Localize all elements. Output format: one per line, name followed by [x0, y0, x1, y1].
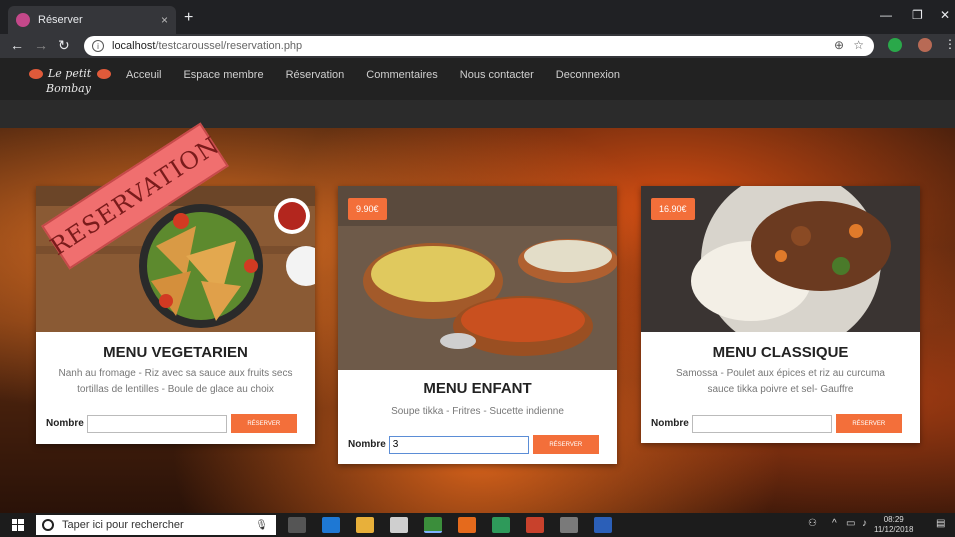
mail-icon[interactable] [390, 517, 408, 533]
spotify-icon[interactable] [492, 517, 510, 533]
quantity-label: Nombre [46, 418, 84, 429]
task-view-icon[interactable] [288, 517, 306, 533]
nav-link-acceuil[interactable]: Acceuil [126, 69, 161, 81]
menu-card-classique: 16.90€ MENU CLASSIQUE Samossa - Poulet a… [641, 186, 920, 443]
browser-tab-bar: Réserver × + — ❐ ✕ [0, 0, 955, 34]
quantity-stepper[interactable] [388, 435, 529, 454]
clock-date: 11/12/2018 [874, 525, 914, 534]
nav-link-espace-membre[interactable]: Espace membre [183, 69, 263, 81]
nav-link-reservation[interactable]: Réservation [286, 69, 345, 81]
tab-title: Réserver [38, 14, 83, 26]
card-description-line: Nanh au fromage - Riz avec sa sauce aux … [58, 368, 293, 379]
price-badge: 9.90€ [348, 198, 387, 220]
reload-icon[interactable]: ↻ [58, 37, 70, 54]
price-badge: 16.90€ [651, 198, 695, 220]
reserve-button[interactable]: RÉSERVER [532, 435, 599, 454]
menu-dots-icon[interactable]: ⋮ [944, 37, 955, 51]
extension-icon[interactable] [888, 38, 902, 52]
card-description-line: Soupe tikka - Fritres - Sucette indienne [391, 406, 564, 417]
search-placeholder: Taper ici pour rechercher [62, 519, 184, 531]
profile-avatar-icon[interactable] [918, 38, 932, 52]
card-title: MENU CLASSIQUE [712, 344, 849, 361]
reservation-form: Nombre RÉSERVER [46, 414, 305, 433]
reservation-form: Nombre RÉSERVER [348, 435, 607, 454]
powerpoint-icon[interactable] [526, 517, 544, 533]
card-description-line: Samossa - Poulet aux épices et riz au cu… [676, 368, 885, 379]
card-title: MENU VEGETARIEN [103, 344, 248, 361]
favicon-icon [16, 13, 30, 27]
card-title: MENU ENFANT [423, 380, 532, 397]
nav-link-commentaires[interactable]: Commentaires [366, 69, 438, 81]
forward-arrow-icon[interactable]: → [34, 37, 48, 53]
nav-link-nous-contacter[interactable]: Nous contacter [460, 69, 534, 81]
reservation-form: Nombre RÉSERVER [651, 414, 910, 433]
back-arrow-icon[interactable]: ← [10, 37, 24, 53]
word-icon[interactable] [594, 517, 612, 533]
menu-card-enfant: 9.90€ MENU ENFANT Soupe tikka - Fritres … [338, 186, 617, 464]
tray-chevron-icon[interactable]: ^ [832, 518, 837, 529]
quantity-input[interactable] [691, 414, 832, 433]
bookmark-star-icon[interactable]: ☆ [853, 38, 864, 52]
nav-links: Acceuil Espace membre Réservation Commen… [126, 69, 620, 81]
info-icon[interactable]: i [92, 40, 104, 52]
minimize-icon[interactable]: — [880, 8, 892, 22]
windows-taskbar: Taper ici pour rechercher 🎙 ⚇ ^ ▭ ♪ 08:2… [0, 513, 955, 537]
logo-line1: Le petit [47, 67, 92, 80]
quantity-label: Nombre [348, 439, 386, 450]
new-tab-button[interactable]: + [184, 9, 193, 27]
quantity-label: Nombre [651, 418, 689, 429]
logo[interactable]: Le petit Bombay [28, 64, 118, 96]
url-path: /testcaroussel/reservation.php [155, 40, 303, 52]
tab-close-icon[interactable]: × [161, 13, 168, 27]
site-navbar: Le petit Bombay Acceuil Espace membre Ré… [0, 58, 955, 100]
close-window-icon[interactable]: ✕ [940, 8, 950, 22]
sub-bar [0, 100, 955, 128]
card-description-line: sauce tikka poivre et sel- Gauffre [707, 384, 854, 395]
logo-line2: Bombay [45, 82, 92, 95]
card-description: Soupe tikka - Fritres - Sucette indienne [346, 404, 609, 420]
quantity-input[interactable] [86, 414, 227, 433]
zoom-icon[interactable]: ⊕ [834, 38, 844, 52]
maximize-icon[interactable]: ❐ [912, 8, 923, 22]
people-icon[interactable]: ⚇ [808, 518, 817, 529]
url-host: localhost [112, 40, 156, 52]
browser-tab[interactable]: Réserver × [8, 6, 176, 34]
nav-link-deconnexion[interactable]: Deconnexion [556, 69, 620, 81]
windows-start-icon[interactable] [12, 519, 24, 531]
edge-icon[interactable] [322, 517, 340, 533]
cortana-icon [42, 519, 54, 531]
card-description: Samossa - Poulet aux épices et riz au cu… [649, 366, 912, 398]
taskbar-clock[interactable]: 08:29 11/12/2018 [874, 515, 913, 535]
reserve-button[interactable]: RÉSERVER [835, 414, 902, 433]
network-icon[interactable]: ▭ [846, 518, 855, 529]
clock-time: 08:29 [883, 515, 904, 524]
address-bar-row: ← → ↻ i localhost /testcaroussel/reserva… [0, 34, 955, 58]
file-explorer-icon[interactable] [356, 517, 374, 533]
card-description-line: tortillas de lentilles - Boule de glace … [77, 384, 274, 395]
notifications-icon[interactable]: ▤ [936, 518, 945, 529]
microphone-icon[interactable]: 🎙 [255, 520, 268, 531]
card-description: Nanh au fromage - Riz avec sa sauce aux … [44, 366, 307, 398]
app-icon[interactable] [560, 517, 578, 533]
chrome-icon[interactable] [424, 517, 442, 533]
url-input[interactable]: i localhost /testcaroussel/reservation.p… [84, 36, 874, 56]
taskbar-search[interactable]: Taper ici pour rechercher 🎙 [36, 515, 276, 535]
volume-icon[interactable]: ♪ [862, 518, 867, 529]
reserve-button[interactable]: RÉSERVER [230, 414, 297, 433]
firefox-icon[interactable] [458, 517, 476, 533]
